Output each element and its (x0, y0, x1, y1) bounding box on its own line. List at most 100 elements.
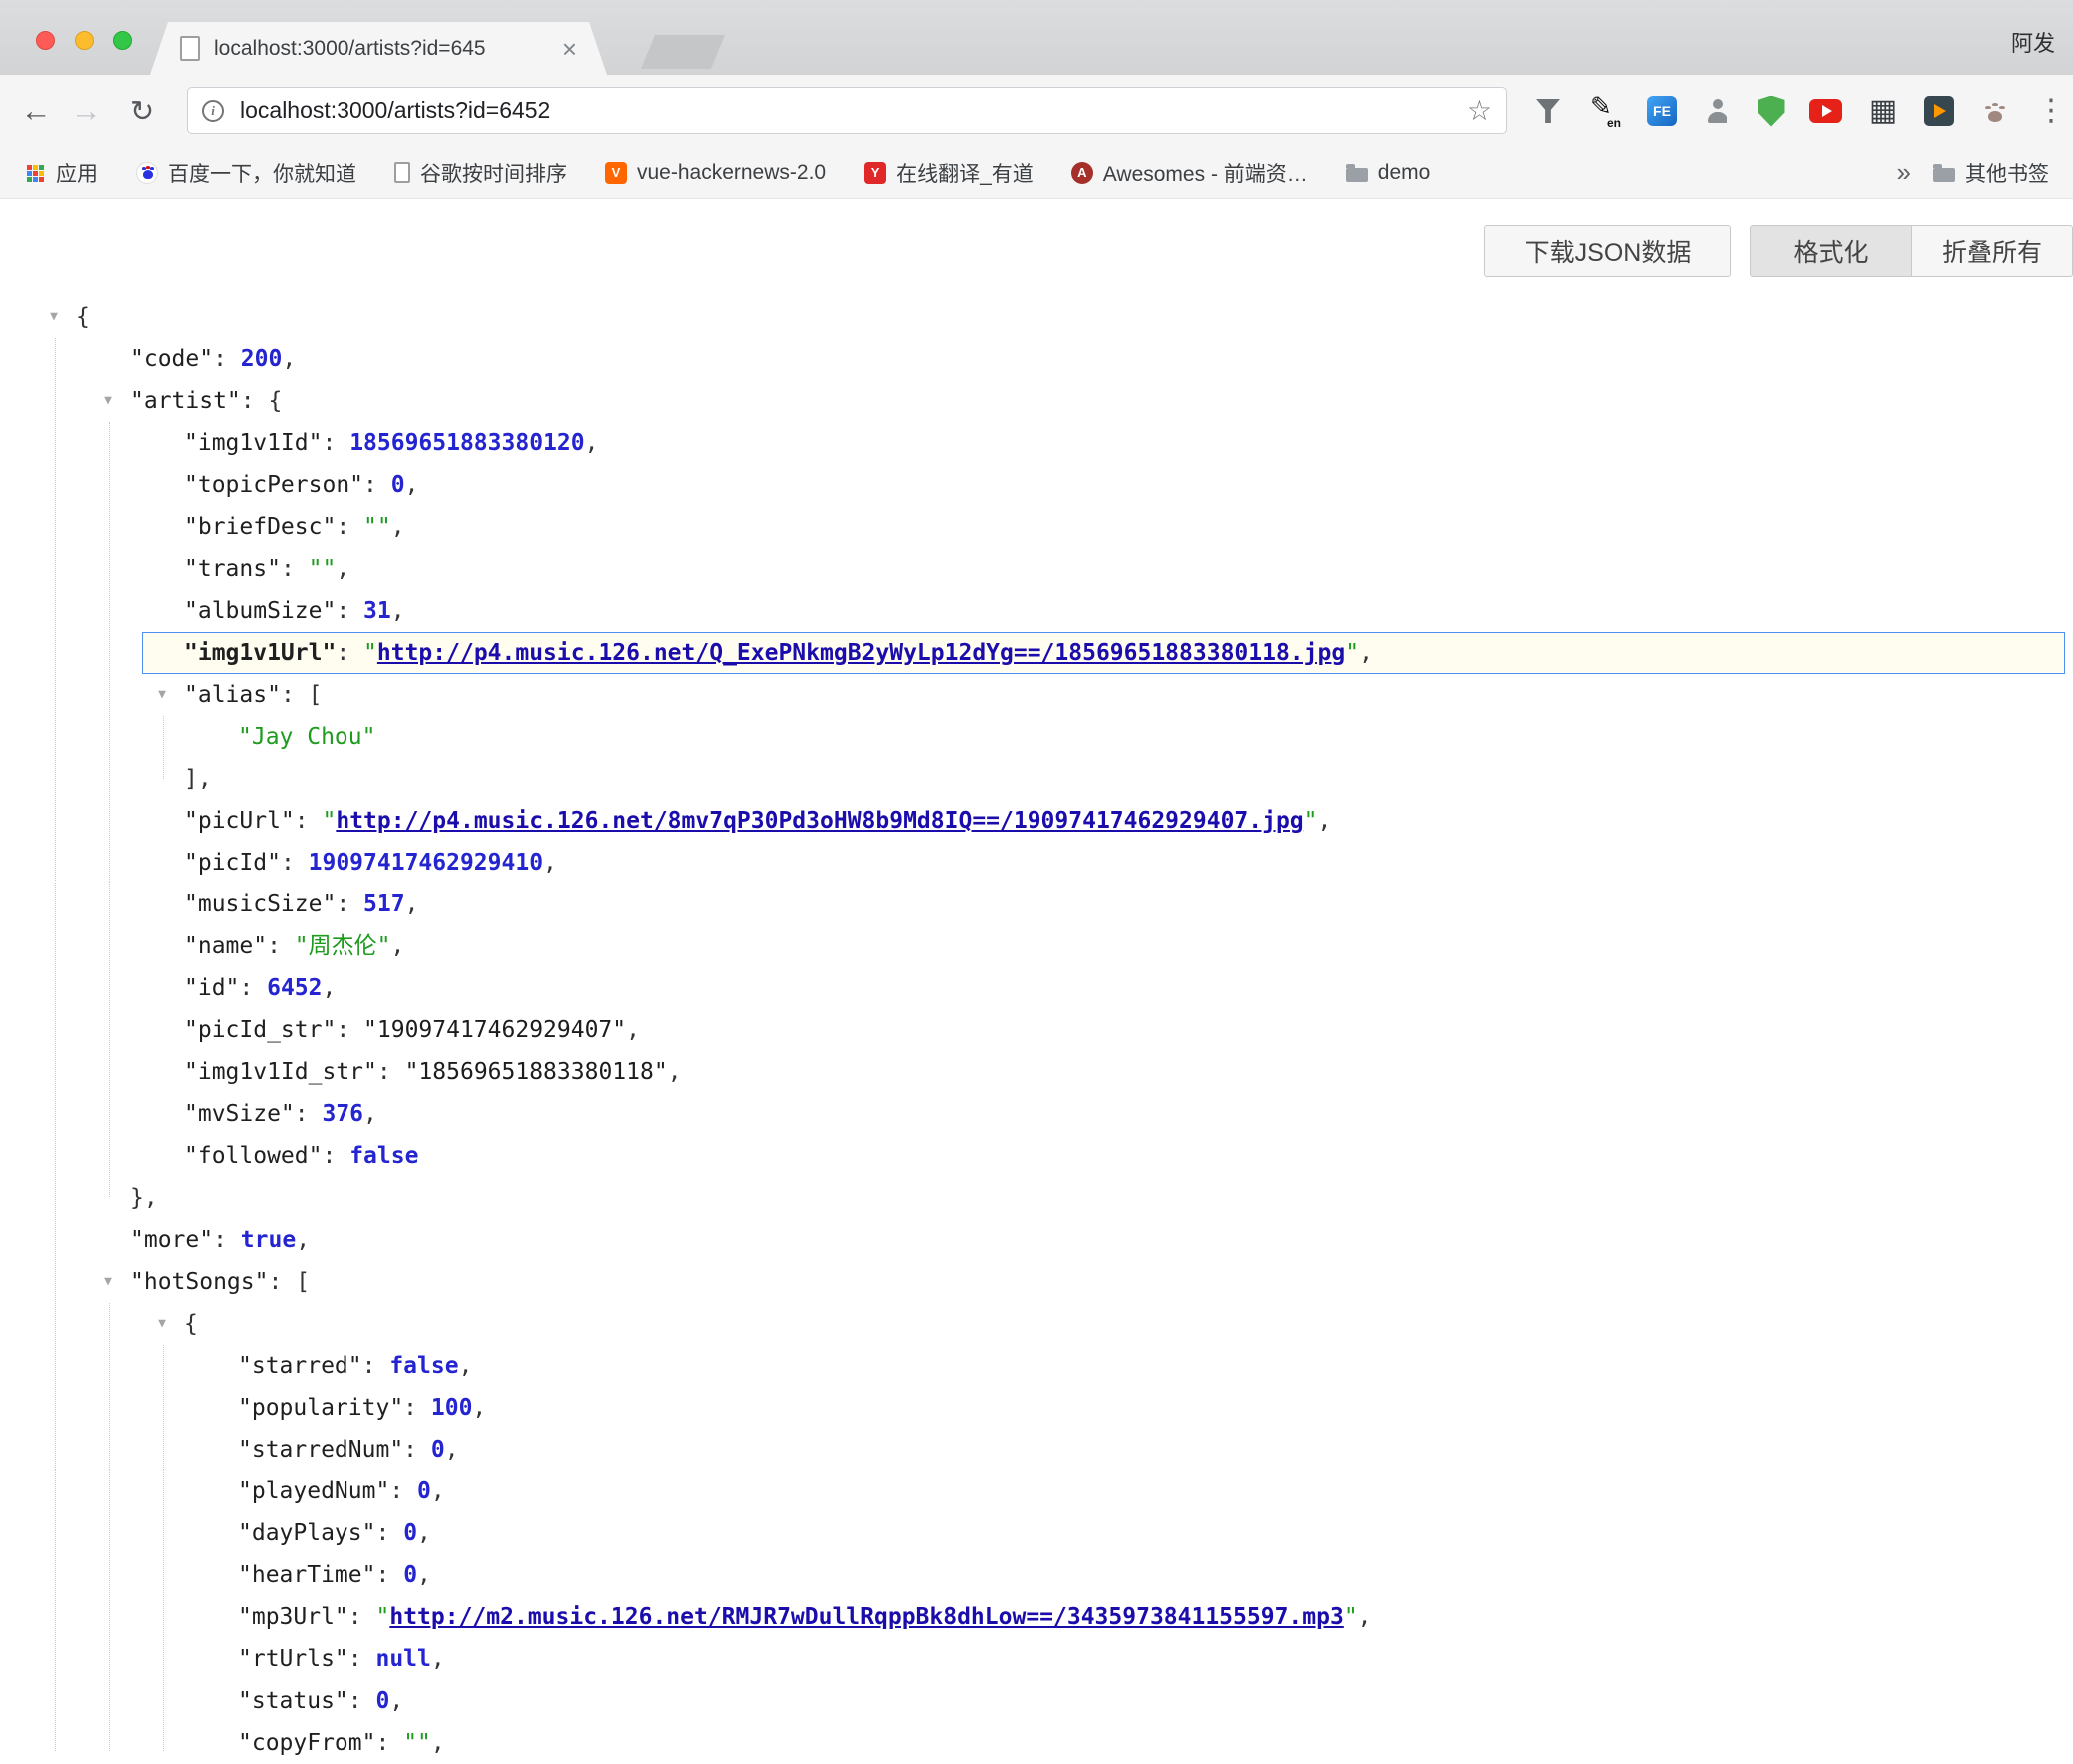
bookmark-item[interactable]: AAwesomes - 前端资… (1071, 158, 1308, 188)
bookmarks-overflow-chevron[interactable]: » (1897, 157, 1911, 188)
fehelper-extension-icon[interactable]: FE (1640, 91, 1684, 131)
json-token: : (336, 514, 363, 540)
bookmark-item[interactable]: Vvue-hackernews-2.0 (605, 161, 826, 185)
other-bookmarks-folder[interactable]: 其他书签 (1933, 158, 2049, 188)
bookmark-item[interactable]: 谷歌按时间排序 (394, 158, 567, 188)
json-token: , (585, 430, 599, 456)
json-line: "playedNum": 0, (0, 1470, 2073, 1512)
tab-close-icon[interactable]: × (562, 36, 577, 62)
translate-extension-icon[interactable] (1582, 91, 1626, 131)
vue-icon: V (605, 162, 627, 184)
json-line: "mp3Url": "http://m2.music.126.net/RMJR7… (0, 1596, 2073, 1638)
json-line: }, (0, 1177, 2073, 1219)
tab-title: localhost:3000/artists?id=645 (214, 37, 548, 61)
folder-icon (1346, 168, 1368, 182)
collapse-caret-icon[interactable]: ▼ (148, 674, 176, 716)
json-line: "dayPlays": 0, (0, 1512, 2073, 1554)
filter-extension-icon[interactable] (1526, 91, 1570, 131)
json-token: "topicPerson" (184, 472, 363, 498)
active-tab[interactable]: localhost:3000/artists?id=645 × (150, 22, 607, 75)
json-token: "mvSize" (184, 1101, 295, 1127)
json-token: "id" (184, 975, 239, 1001)
format-button[interactable]: 格式化 (1750, 225, 1912, 277)
json-token: 0 (391, 472, 405, 498)
json-token: 0 (403, 1520, 417, 1546)
bookmark-item[interactable]: 百度一下，你就知道 (136, 158, 356, 188)
json-url-link[interactable]: http://m2.music.126.net/RMJR7wDullRqppBk… (389, 1604, 1343, 1630)
json-line: "status": 0, (0, 1680, 2073, 1722)
json-token: , (391, 598, 405, 624)
browser-toolbar: localhost:3000/artists?id=6452 FE (0, 75, 2073, 147)
json-token: "hearTime" (238, 1562, 375, 1588)
person-icon (1705, 98, 1730, 124)
bookmark-item[interactable]: Y在线翻译_有道 (864, 158, 1034, 188)
json-token: "starredNum" (238, 1437, 403, 1463)
json-line: "copyFrom": "", (0, 1722, 2073, 1764)
collapse-caret-icon[interactable]: ▼ (148, 1303, 176, 1345)
address-bar[interactable]: localhost:3000/artists?id=6452 (187, 87, 1507, 134)
json-token: "status" (238, 1688, 348, 1714)
new-tab-button[interactable] (641, 35, 725, 69)
json-token: : (322, 1143, 349, 1169)
json-line: ▼{ (0, 1303, 2073, 1345)
json-token: : (375, 1730, 403, 1756)
browser-menu-icon[interactable] (2029, 91, 2073, 131)
json-token: "rtUrls" (238, 1646, 348, 1672)
bookmark-item[interactable]: demo (1346, 161, 1431, 185)
youtube-extension-icon[interactable] (1803, 91, 1847, 131)
page-icon (394, 162, 410, 183)
collapse-caret-icon[interactable]: ▼ (94, 1261, 122, 1303)
json-token: " (1344, 1604, 1358, 1630)
player-extension-icon[interactable] (1917, 91, 1961, 131)
json-token: : (375, 1520, 403, 1546)
json-token: "name" (184, 933, 267, 959)
json-token: : (336, 891, 363, 917)
json-line: "more": true, (0, 1219, 2073, 1261)
bookmark-star-icon[interactable] (1467, 97, 1492, 125)
json-token: "picId" (184, 850, 281, 876)
adblock-extension-icon[interactable] (1749, 91, 1793, 131)
bookmark-label: demo (1378, 161, 1431, 185)
paw-icon (1981, 97, 2009, 125)
json-token: 0 (403, 1562, 417, 1588)
back-icon[interactable] (16, 91, 56, 131)
json-token: "" (403, 1730, 431, 1756)
bookmark-label: 百度一下，你就知道 (168, 158, 356, 188)
json-token: 100 (431, 1395, 473, 1421)
json-token: }, (130, 1185, 158, 1211)
tab-favicon-page-icon (180, 36, 200, 61)
json-line: "popularity": 100, (0, 1387, 2073, 1429)
qr-extension-icon[interactable] (1861, 91, 1905, 131)
maximize-window-button[interactable] (113, 31, 132, 50)
json-line: "starredNum": 0, (0, 1429, 2073, 1470)
json-url-link[interactable]: http://p4.music.126.net/8mv7qP30Pd3oHW8b… (336, 808, 1303, 834)
profile-name[interactable]: 阿发 (2011, 26, 2055, 58)
profile-extension-icon[interactable] (1696, 91, 1739, 131)
qr-icon (1869, 96, 1897, 126)
json-token: , (1358, 1604, 1372, 1630)
paw-extension-icon[interactable] (1973, 91, 2017, 131)
json-token: "img1v1Url" (184, 640, 336, 666)
download-json-button[interactable]: 下载JSON数据 (1484, 225, 1731, 277)
json-token: " (1304, 808, 1318, 834)
close-window-button[interactable] (36, 31, 55, 50)
json-token: "" (309, 556, 337, 582)
json-token: " (1345, 640, 1359, 666)
json-token: "popularity" (238, 1395, 403, 1421)
collapse-caret-icon[interactable]: ▼ (94, 380, 122, 422)
json-token: "starred" (238, 1353, 362, 1379)
json-url-link[interactable]: http://p4.music.126.net/Q_ExePNkmgB2yWyL… (377, 640, 1345, 666)
collapse-caret-icon[interactable]: ▼ (40, 296, 68, 338)
minimize-window-button[interactable] (75, 31, 94, 50)
bookmark-item[interactable]: 应用 (24, 158, 98, 188)
json-token: , (431, 1478, 445, 1504)
reload-icon[interactable] (122, 91, 162, 131)
json-token: , (431, 1646, 445, 1672)
forward-icon[interactable] (66, 91, 106, 131)
json-token: "more" (130, 1227, 213, 1253)
page-info-icon[interactable] (202, 100, 224, 122)
collapse-all-button[interactable]: 折叠所有 (1912, 225, 2073, 277)
bookmarks-right-group: » 其他书签 (1897, 157, 2049, 188)
bookmark-label: Awesomes - 前端资… (1103, 158, 1308, 188)
json-token: , (1318, 808, 1332, 834)
